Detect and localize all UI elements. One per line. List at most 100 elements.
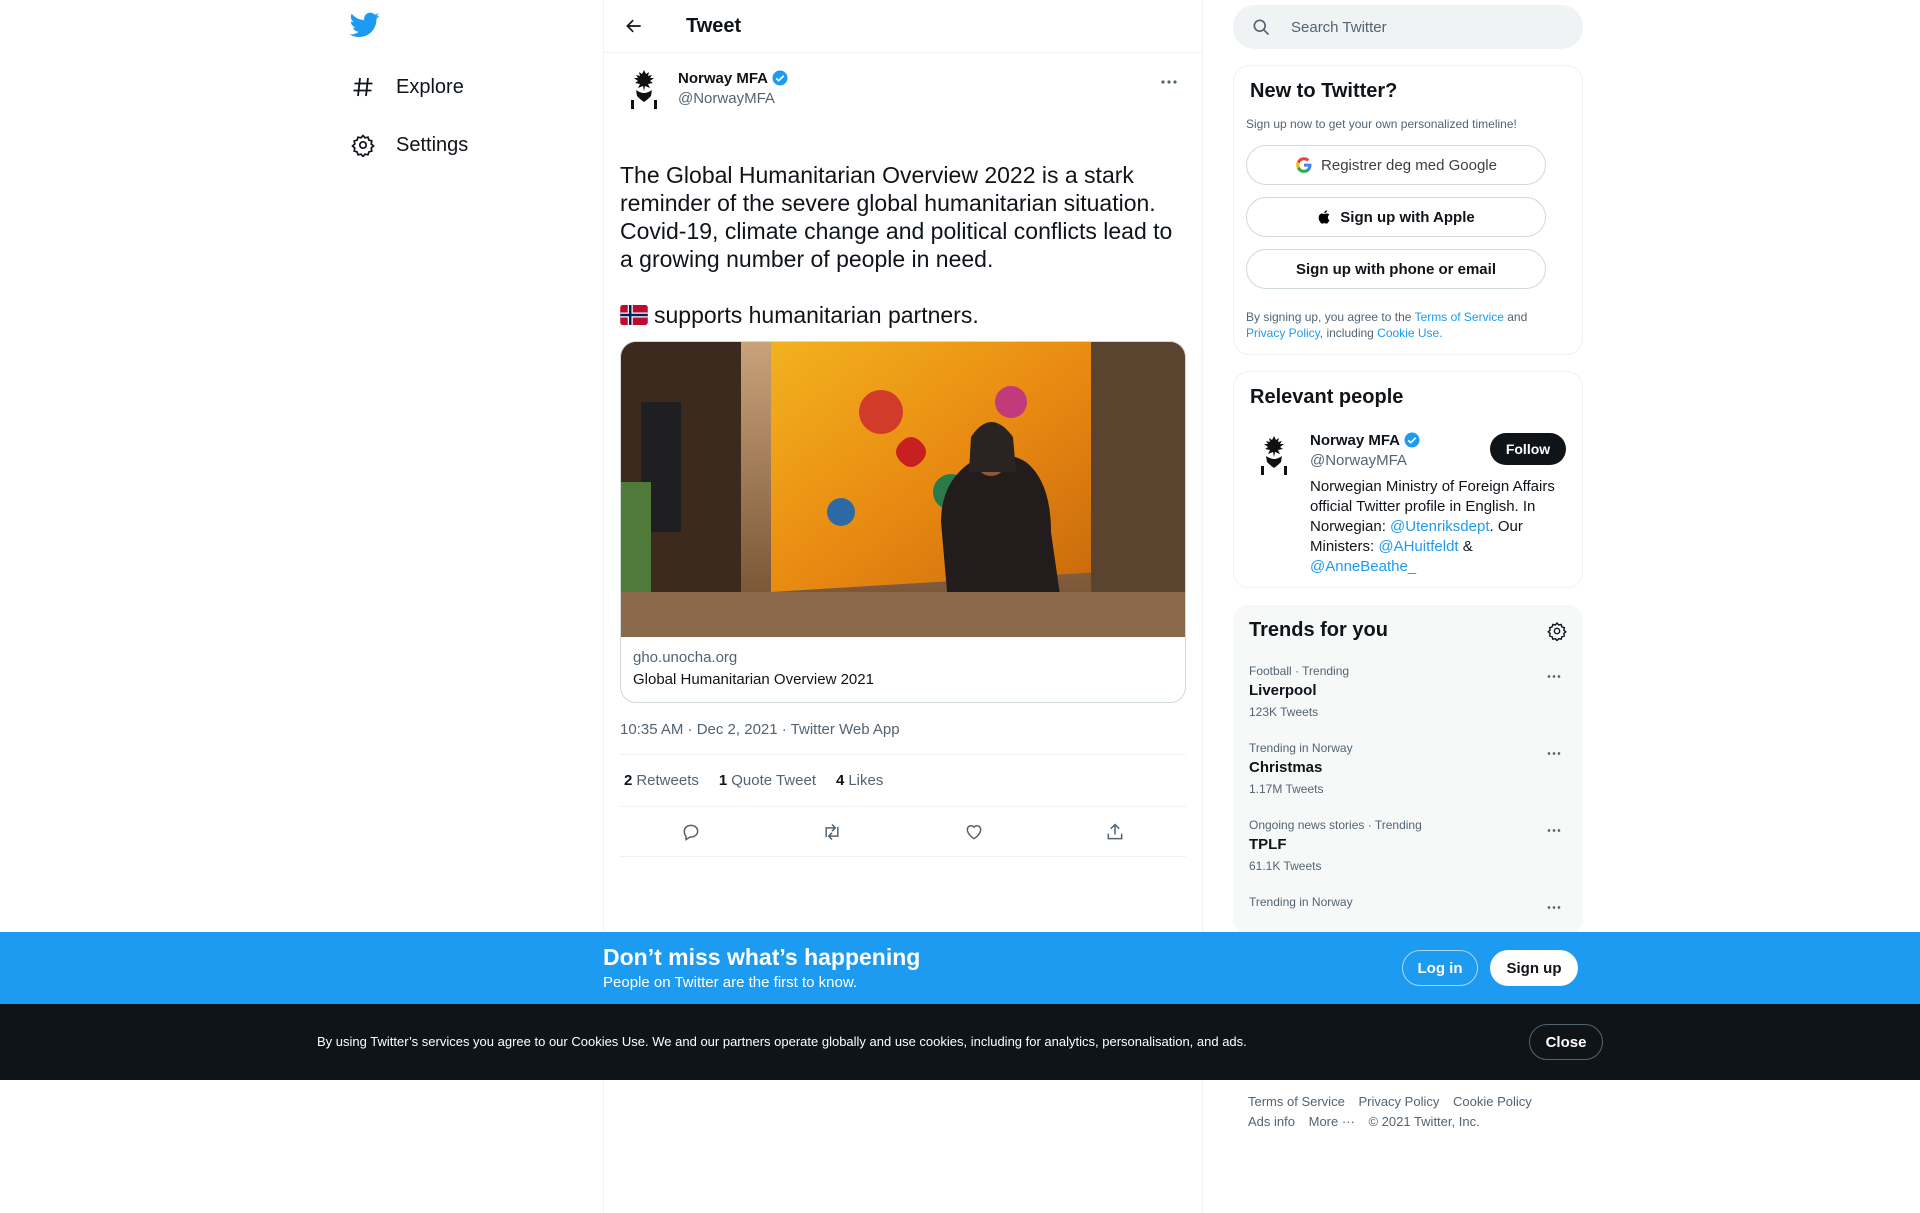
trend-item[interactable]: Ongoing news stories · Trending TPLF 61.… <box>1249 818 1567 873</box>
gear-icon <box>350 132 376 158</box>
more-options-button[interactable] <box>1152 67 1186 97</box>
relevant-person[interactable]: Norway MFA @NorwayMFA Norwegian Ministry… <box>1250 431 1566 577</box>
relevant-people-panel: Relevant people Norway MFA @NorwayMFA No… <box>1233 371 1583 588</box>
stat-likes-label: Likes <box>848 772 884 789</box>
signup-button[interactable]: Sign up <box>1490 950 1578 986</box>
stat-quote-label: Quote Tweet <box>731 772 816 789</box>
relevant-person-bio: Norwegian Ministry of Foreign Affairs of… <box>1310 477 1566 577</box>
trend-count: 61.1K Tweets <box>1249 859 1322 873</box>
stat-likes[interactable]: 4 Likes <box>836 772 883 789</box>
footer-cookie-link[interactable]: Cookie Policy <box>1453 1094 1532 1109</box>
reply-button[interactable] <box>673 814 709 850</box>
more-dots-icon <box>1161 80 1177 84</box>
avatar[interactable] <box>620 65 668 113</box>
login-button[interactable]: Log in <box>1402 950 1478 986</box>
phone-email-signup-label: Sign up with phone or email <box>1295 260 1496 278</box>
footer-privacy-link[interactable]: Privacy Policy <box>1358 1094 1439 1109</box>
nav-label-settings: Settings <box>396 133 469 156</box>
privacy-policy-link[interactable]: Privacy Policy <box>1246 326 1320 340</box>
relevant-person-name[interactable]: Norway MFA <box>1310 432 1400 449</box>
cookie-close-button[interactable]: Close <box>1529 1024 1603 1060</box>
google-signup-button[interactable]: Registrer deg med Google <box>1246 145 1546 185</box>
verified-badge-icon <box>1404 432 1420 448</box>
apple-signup-button[interactable]: Sign up with Apple <box>1246 197 1546 237</box>
bio-text-3: & <box>1458 538 1473 555</box>
tweet-text-main: The Global Humanitarian Overview 2022 is… <box>620 162 1173 272</box>
author-name[interactable]: Norway MFA <box>678 70 768 87</box>
search-icon <box>1253 19 1270 36</box>
more-dots-icon <box>1547 828 1561 832</box>
footer-ads-link[interactable]: Ads info <box>1248 1114 1295 1129</box>
hashtag-icon <box>350 74 376 100</box>
tweet-timestamp[interactable]: 10:35 AM · Dec 2, 2021 · Twitter Web App <box>620 721 1186 755</box>
tweet-actions <box>620 807 1186 857</box>
retweet-button[interactable] <box>814 814 850 850</box>
share-button[interactable] <box>1097 814 1133 850</box>
google-signup-label: Registrer deg med Google <box>1321 156 1497 174</box>
tweet-header: Tweet <box>604 0 1202 53</box>
twitter-logo-icon[interactable] <box>349 12 382 44</box>
tweet-stats: 2 Retweets 1 Quote Tweet 4 Likes <box>620 755 1186 807</box>
tweet-text-flag-line: supports humanitarian partners. <box>654 302 979 328</box>
trend-name: Liverpool <box>1249 682 1317 699</box>
more-dots-icon <box>1547 905 1561 909</box>
trend-more-button[interactable] <box>1541 664 1567 688</box>
bio-mention-utenriksdept[interactable]: @Utenriksdept <box>1390 518 1489 535</box>
author-handle[interactable]: @NorwayMFA <box>678 90 789 107</box>
bio-mention-ahuitfeldt[interactable]: @AHuitfeldt <box>1378 538 1458 555</box>
norway-flag-icon <box>620 305 648 325</box>
trends-title: Trends for you <box>1249 619 1388 641</box>
nav-item-settings[interactable]: Settings <box>350 123 468 167</box>
nav-label-explore: Explore <box>396 75 464 98</box>
phone-email-signup-button[interactable]: Sign up with phone or email <box>1246 249 1546 289</box>
search-input[interactable] <box>1291 18 1571 36</box>
cookie-banner-text: By using Twitter’s services you agree to… <box>317 1034 1247 1049</box>
gear-icon[interactable] <box>1547 621 1567 641</box>
bio-mention-annebeathe[interactable]: @AnneBeathe_ <box>1310 558 1416 575</box>
footer-terms-link[interactable]: Terms of Service <box>1248 1094 1345 1109</box>
legal-and: and <box>1503 310 1528 324</box>
stat-retweets-count: 2 <box>624 772 633 789</box>
tweet: Norway MFA @NorwayMFA The Global Humanit… <box>604 53 1202 857</box>
signup-banner-heading: Don’t miss what’s happening <box>603 944 921 970</box>
stat-retweets[interactable]: 2 Retweets <box>624 772 699 789</box>
footer-copyright: © 2021 Twitter, Inc. <box>1368 1114 1480 1129</box>
legal-prefix: By signing up, you agree to the <box>1246 310 1415 324</box>
search-box[interactable] <box>1233 5 1583 49</box>
tweet-author: Norway MFA @NorwayMFA <box>620 65 1186 121</box>
relevant-person-avatar[interactable] <box>1250 431 1298 479</box>
stat-quote-count: 1 <box>718 772 728 789</box>
trend-more-button[interactable] <box>1541 741 1567 765</box>
card-image <box>621 342 1185 637</box>
trend-item[interactable]: Football · Trending Liverpool 123K Tweet… <box>1249 664 1567 719</box>
back-button[interactable] <box>617 9 651 43</box>
trend-count: 123K Tweets <box>1249 705 1319 719</box>
trends-panel: Trends for you Football · Trending Liver… <box>1233 605 1583 935</box>
trend-more-button[interactable] <box>1541 818 1567 842</box>
signup-banner: Don’t miss what’s happening People on Tw… <box>0 932 1920 1004</box>
nav-item-explore[interactable]: Explore <box>350 65 464 109</box>
apple-signup-label: Sign up with Apple <box>1340 208 1475 226</box>
follow-button[interactable]: Follow <box>1490 433 1566 465</box>
trend-more-button[interactable] <box>1541 895 1567 919</box>
cookie-use-link[interactable]: Cookie Use. <box>1377 326 1442 340</box>
trend-item[interactable]: Trending in Norway Christmas 1.17M Tweet… <box>1249 741 1567 796</box>
stat-quote-tweets[interactable]: 1 Quote Tweet <box>719 772 816 789</box>
new-to-twitter-subtitle: Sign up now to get your own personalized… <box>1246 117 1517 131</box>
signup-banner-subheading: People on Twitter are the first to know. <box>603 974 858 991</box>
stat-likes-count: 4 <box>836 772 845 789</box>
card-domain: gho.unocha.org <box>633 649 738 666</box>
like-button[interactable] <box>956 814 992 850</box>
link-card[interactable]: gho.unocha.org Global Humanitarian Overv… <box>620 341 1186 703</box>
reply-icon <box>683 824 699 841</box>
cookie-banner: By using Twitter’s services you agree to… <box>0 1004 1920 1080</box>
new-to-twitter-title: New to Twitter? <box>1250 80 1398 102</box>
footer-more-link[interactable]: More ··· <box>1309 1114 1355 1129</box>
terms-of-service-link[interactable]: Terms of Service <box>1415 310 1504 324</box>
trend-name: Christmas <box>1249 759 1323 776</box>
retweet-icon <box>825 823 839 840</box>
trend-item[interactable]: Trending in Norway <box>1249 895 1567 909</box>
more-dots-icon <box>1547 674 1561 678</box>
trend-category: Football · Trending <box>1249 664 1350 678</box>
arrow-left-icon <box>626 19 641 33</box>
